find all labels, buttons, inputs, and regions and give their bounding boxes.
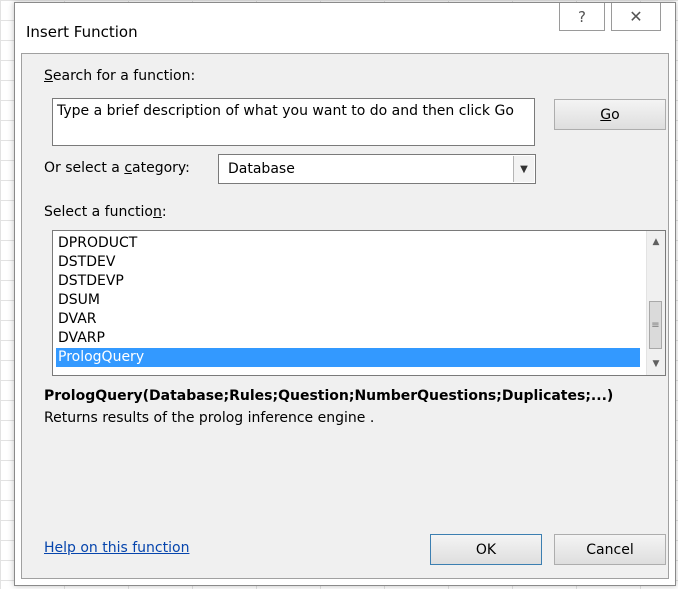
list-scrollbar[interactable]: ▲ ≡ ▼	[646, 231, 665, 375]
question-mark-icon: ?	[578, 7, 586, 26]
category-label: Or select a category:	[44, 160, 190, 176]
category-select[interactable]: Database ▼	[218, 154, 536, 184]
ok-button[interactable]: OK	[430, 534, 542, 565]
function-list[interactable]: DPRODUCT DSTDEV DSTDEVP DSUM DVAR DVARP …	[52, 230, 666, 376]
help-on-function-link[interactable]: Help on this function	[44, 540, 189, 556]
scroll-thumb[interactable]: ≡	[649, 301, 662, 349]
insert-function-dialog: Insert Function ? ✕ Search for a functio…	[14, 2, 676, 586]
search-label: Search for a function:	[44, 68, 196, 84]
scroll-down-arrow-icon[interactable]: ▼	[647, 355, 665, 373]
help-button[interactable]: ?	[559, 3, 605, 31]
dialog-titlebar: Insert Function ? ✕	[15, 3, 675, 53]
list-item[interactable]: DSUM	[56, 291, 640, 310]
function-description: Returns results of the prolog inference …	[44, 410, 375, 426]
scroll-up-arrow-icon[interactable]: ▲	[647, 233, 665, 251]
cancel-button[interactable]: Cancel	[554, 534, 666, 565]
category-value: Database	[228, 161, 295, 177]
list-item-selected[interactable]: PrologQuery	[56, 348, 640, 367]
search-input[interactable]: Type a brief description of what you wan…	[52, 98, 535, 146]
grip-icon: ≡	[651, 319, 660, 331]
chevron-down-icon[interactable]: ▼	[513, 156, 534, 182]
go-button[interactable]: Go	[554, 99, 666, 130]
dialog-title: Insert Function	[26, 23, 138, 41]
close-icon: ✕	[629, 7, 643, 26]
list-item[interactable]: DPRODUCT	[56, 234, 640, 253]
function-syntax: PrologQuery(Database;Rules;Question;Numb…	[44, 388, 614, 404]
close-button[interactable]: ✕	[611, 3, 661, 31]
list-item[interactable]: DVARP	[56, 329, 640, 348]
dialog-content: Search for a function: Type a brief desc…	[21, 53, 669, 579]
list-item[interactable]: DSTDEV	[56, 253, 640, 272]
function-list-label: Select a function:	[44, 204, 167, 220]
list-item[interactable]: DVAR	[56, 310, 640, 329]
list-item[interactable]: DSTDEVP	[56, 272, 640, 291]
